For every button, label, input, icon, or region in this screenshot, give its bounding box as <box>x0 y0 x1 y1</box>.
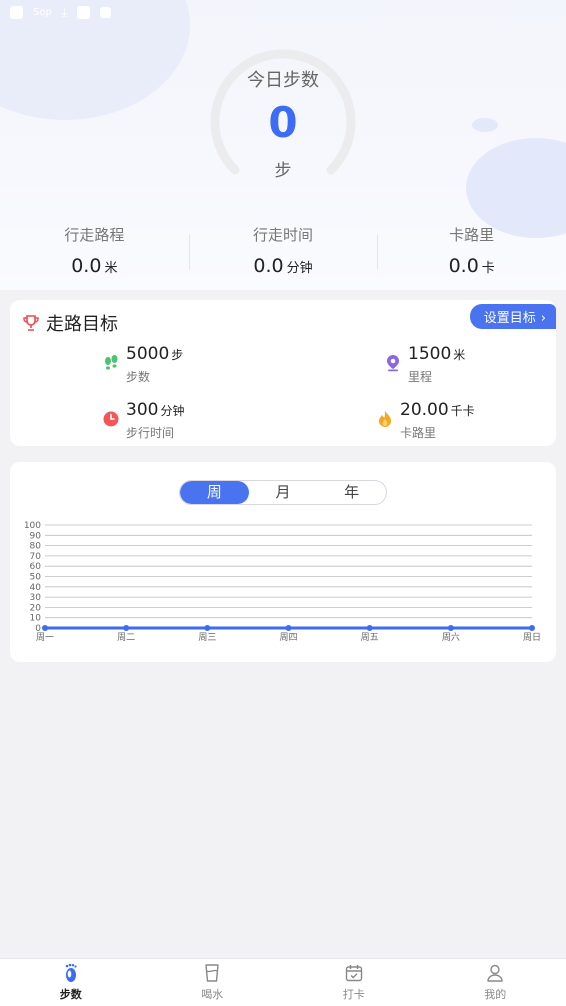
goal-label: 步行时间 <box>126 426 175 440</box>
bottom-tab-bar: 步数 喝水 打卡 我的 <box>0 958 566 1006</box>
today-steps-value: 0 <box>268 98 298 147</box>
x-tick-label: 周六 <box>442 631 460 643</box>
data-point <box>123 625 130 631</box>
stat-unit: 卡 <box>481 261 495 276</box>
notification-icon <box>10 5 23 19</box>
goal-unit: 千卡 <box>450 404 475 418</box>
goal-value: 1500 <box>408 344 452 364</box>
goal-calories: 20.00 千卡 卡路里 <box>376 400 475 441</box>
stat-label: 行走路程 <box>64 226 125 244</box>
y-tick-label: 10 <box>30 614 42 624</box>
stat-unit: 分钟 <box>286 261 313 276</box>
data-point <box>285 625 292 631</box>
goal-value: 5000 <box>126 344 170 364</box>
footprint-icon <box>65 963 77 982</box>
y-tick-label: 30 <box>30 593 42 603</box>
y-tick-label: 90 <box>30 531 42 541</box>
goal-label: 里程 <box>408 370 433 384</box>
goal-distance: 1500 米 里程 <box>384 344 465 385</box>
stat-calories: 卡路里 0.0 卡 <box>377 222 566 282</box>
steps-chart-card: 周 月 年 0 10 20 30 40 50 60 70 80 90 100 周一 周二 周三 周四 周五 周六… <box>10 462 556 662</box>
notification-icon <box>77 5 91 19</box>
download-icon: ⤓ <box>61 4 68 19</box>
x-tick-label: 周日 <box>523 632 541 643</box>
tab-mine[interactable]: 我的 <box>425 959 566 1006</box>
x-tick-label: 周五 <box>361 632 379 643</box>
y-tick-label: 70 <box>30 552 42 562</box>
trophy-icon <box>23 315 39 331</box>
today-steps-unit: 步 <box>274 161 292 181</box>
y-tick-label: 80 <box>30 542 42 552</box>
x-tick-label: 周四 <box>279 632 297 643</box>
tab-water[interactable]: 喝水 <box>142 959 284 1006</box>
clock-icon <box>103 411 119 427</box>
y-tick-label: 20 <box>30 603 42 613</box>
stats-row: 行走路程 0.0 米 行走时间 0.0 分钟 卡路里 0.0 卡 <box>0 222 566 282</box>
goal-label: 步数 <box>126 370 151 384</box>
stat-value: 0.0 <box>71 255 102 277</box>
tab-checkin[interactable]: 打卡 <box>283 959 425 1006</box>
stat-distance: 行走路程 0.0 米 <box>0 222 189 282</box>
steps-line-chart: 0102030405060708090100周一 周二 周三 周四 周五 周六 周日 <box>24 521 541 643</box>
set-goal-button[interactable]: 设置目标 <box>469 304 556 329</box>
stat-value: 0.0 <box>253 255 284 277</box>
tab-label: 我的 <box>484 988 507 1001</box>
x-tick-label: 周一 <box>36 632 54 643</box>
tab-label: 喝水 <box>201 988 224 1001</box>
data-point <box>204 625 211 631</box>
goal-unit: 米 <box>453 348 466 362</box>
goal-unit: 分钟 <box>160 404 185 418</box>
goal-unit: 步 <box>171 348 184 362</box>
stat-value: 0.0 <box>448 255 479 277</box>
goal-value: 300 <box>126 400 159 420</box>
stat-label: 行走时间 <box>253 226 314 244</box>
x-tick-label: 周三 <box>198 632 216 643</box>
goal-steps: 5000 步 步数 <box>102 344 183 385</box>
goal-time: 300 分钟 步行时间 <box>102 400 184 441</box>
location-pin-icon <box>387 355 399 372</box>
network-speed: Sop <box>33 6 52 18</box>
y-tick-label: 60 <box>30 562 42 572</box>
stat-value-row: 0.0 米 <box>0 255 189 277</box>
goal-title-text: 走路目标 <box>46 314 118 335</box>
goal-title: 走路目标 <box>22 310 118 336</box>
user-icon <box>487 964 503 982</box>
goal-label: 卡路里 <box>400 426 437 440</box>
stat-value-row: 0.0 卡 <box>377 255 566 277</box>
x-tick-label: 周二 <box>117 632 135 643</box>
tab-label: 打卡 <box>342 988 365 1001</box>
data-point <box>42 625 48 631</box>
walking-goal-card: 走路目标 设置目标 5000步 步数 1500米 里程 300分钟 步行时间 <box>10 300 556 446</box>
data-point <box>366 625 373 631</box>
tab-label: 步数 <box>59 988 82 1001</box>
calendar-check-icon <box>345 965 362 982</box>
notification-icon <box>100 6 112 18</box>
cup-icon <box>205 964 219 982</box>
tab-steps[interactable]: 步数 <box>0 959 142 1006</box>
stat-label: 卡路里 <box>449 226 495 244</box>
goal-value: 20.00 <box>400 400 449 420</box>
data-point <box>447 625 454 631</box>
y-tick-label: 100 <box>24 521 41 531</box>
today-steps-label: 今日步数 <box>247 70 319 91</box>
y-tick-label: 40 <box>30 583 42 593</box>
stat-time: 行走时间 0.0 分钟 <box>188 222 378 282</box>
stat-value-row: 0.0 分钟 <box>189 255 378 277</box>
y-tick-label: 50 <box>30 573 42 583</box>
footprints-icon <box>105 355 118 370</box>
status-bar: Sop ⤓ <box>10 4 112 20</box>
data-point <box>529 625 535 631</box>
flame-icon <box>379 411 391 427</box>
stat-unit: 米 <box>104 261 118 276</box>
